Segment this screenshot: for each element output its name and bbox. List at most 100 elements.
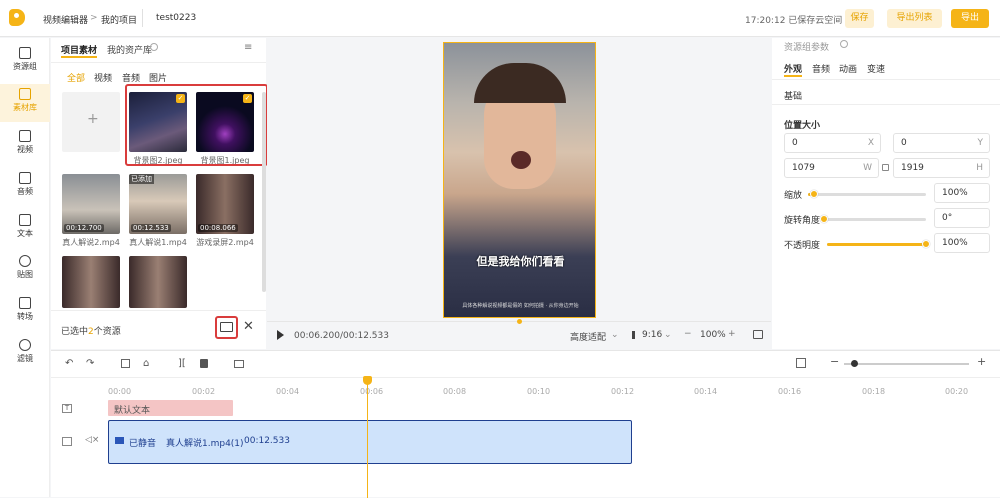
- tick-label: 00:16: [778, 387, 802, 396]
- rotate-value: 0°: [942, 213, 953, 223]
- tick-label: 00:00: [108, 387, 132, 396]
- tick-label: 00:14: [694, 387, 718, 396]
- nav-resource-group[interactable]: 资源组: [0, 43, 50, 81]
- nav-transition[interactable]: 转场: [0, 293, 50, 331]
- breadcrumb-editor[interactable]: 视频编辑器: [43, 13, 88, 26]
- scale-value: 100%: [942, 188, 968, 198]
- mute-icon[interactable]: ◁×: [85, 435, 99, 445]
- timeline-zoom-knob[interactable]: [851, 360, 858, 367]
- asset-panel: 项目素材 我的资产库 ≡ 全部 视频 音频 图片 + ✓ 背景图2.jpeg ✓…: [51, 38, 268, 349]
- scale-slider[interactable]: [808, 190, 926, 198]
- progress-knob[interactable]: [517, 319, 522, 324]
- tab-audio[interactable]: 音频: [812, 62, 830, 75]
- y-value: 0: [901, 138, 907, 148]
- height-input[interactable]: 1919 H: [893, 158, 990, 178]
- duration-badge: 00:12.700: [64, 224, 104, 232]
- paint-icon[interactable]: ⌂: [143, 358, 149, 369]
- width-unit: W: [863, 163, 872, 173]
- x-input[interactable]: 0X: [784, 133, 881, 153]
- lock-icon[interactable]: [882, 164, 889, 171]
- timeline-zoom-in[interactable]: +: [977, 355, 986, 368]
- breadcrumb-sep-icon: >: [90, 13, 98, 23]
- help-icon[interactable]: [840, 40, 848, 48]
- opacity-input[interactable]: 100%: [934, 233, 990, 253]
- tab-animation[interactable]: 动画: [839, 62, 857, 75]
- opacity-slider[interactable]: [827, 240, 930, 248]
- filter-image[interactable]: 图片: [149, 71, 167, 84]
- asset-thumb[interactable]: 00:12.700: [62, 174, 120, 234]
- highlight-box: [125, 84, 268, 166]
- slider-knob[interactable]: [922, 240, 930, 248]
- filter-audio[interactable]: 音频: [122, 71, 140, 84]
- text-clip[interactable]: 默认文本: [108, 400, 233, 416]
- y-input[interactable]: 0Y: [893, 133, 990, 153]
- nav-filter[interactable]: 滤镜: [0, 335, 50, 373]
- play-icon[interactable]: [277, 330, 284, 340]
- filter-video[interactable]: 视频: [94, 71, 112, 84]
- slider-knob[interactable]: [809, 190, 818, 198]
- asset-thumb[interactable]: [62, 256, 120, 308]
- opacity-label: 不透明度: [784, 241, 821, 251]
- folder-icon[interactable]: [234, 360, 244, 368]
- delete-icon[interactable]: [200, 359, 208, 368]
- zoom-in-button[interactable]: +: [728, 329, 736, 339]
- breadcrumb-my-projects[interactable]: 我的项目: [101, 13, 137, 26]
- zoom-out-button[interactable]: −: [684, 329, 692, 339]
- scale-input[interactable]: 100%: [934, 183, 990, 203]
- save-button[interactable]: 保存: [845, 9, 874, 28]
- nav-sticker[interactable]: 贴图: [0, 251, 50, 289]
- asset-thumb[interactable]: [129, 256, 187, 308]
- added-badge: 已添加: [129, 174, 154, 184]
- divider: [51, 62, 266, 63]
- nav-label: 贴图: [17, 270, 33, 279]
- nav-media-library[interactable]: 素材库: [0, 84, 50, 122]
- playhead-handle[interactable]: [363, 376, 372, 385]
- rotate-input[interactable]: 0°: [934, 208, 990, 228]
- hair-shape: [474, 63, 566, 103]
- tab-speed[interactable]: 变速: [867, 62, 885, 75]
- nav-audio[interactable]: 音频: [0, 168, 50, 206]
- add-asset-button[interactable]: +: [62, 92, 120, 152]
- tick-label: 00:04: [276, 387, 300, 396]
- snap-icon[interactable]: [796, 358, 806, 368]
- ratio-select[interactable]: 9:16: [642, 330, 662, 340]
- nav-text[interactable]: 文本: [0, 210, 50, 248]
- tab-appearance[interactable]: 外观: [784, 62, 802, 75]
- width-input[interactable]: 1079 W: [784, 158, 879, 178]
- tab-my-assets[interactable]: 我的资产库: [107, 43, 152, 56]
- export-button[interactable]: 导出: [951, 9, 989, 28]
- export-list-button[interactable]: 导出列表: [887, 9, 942, 28]
- project-title[interactable]: test0223: [156, 13, 196, 23]
- scrollbar[interactable]: [262, 92, 266, 292]
- tick-label: 00:20: [945, 387, 969, 396]
- asset-thumb[interactable]: 已添加 00:12.533: [129, 174, 187, 234]
- timeline-zoom-slider[interactable]: [844, 363, 969, 365]
- rotate-slider[interactable]: [820, 215, 926, 223]
- help-icon[interactable]: [150, 43, 158, 51]
- asset-thumb[interactable]: 00:08.066: [196, 174, 254, 234]
- music-icon: [19, 172, 31, 184]
- filter-icon: [19, 339, 31, 351]
- folder-icon[interactable]: [220, 322, 233, 332]
- split-icon[interactable]: ][: [178, 358, 186, 369]
- fullscreen-icon[interactable]: [753, 330, 763, 339]
- tick-label: 00:12: [611, 387, 635, 396]
- nav-video[interactable]: 视频: [0, 126, 50, 164]
- tab-project-assets[interactable]: 项目素材: [61, 43, 97, 56]
- filter-all[interactable]: 全部: [67, 71, 85, 84]
- fit-select[interactable]: 高度适配: [570, 330, 606, 343]
- close-icon[interactable]: ✕: [243, 319, 254, 334]
- undo-icon[interactable]: ↶: [65, 358, 73, 369]
- time-display: 00:06.200/00:12.533: [294, 331, 389, 341]
- redo-icon[interactable]: ↷: [86, 358, 94, 369]
- video-clip[interactable]: 已静音 真人解说1.mp4(1) 00:12.533: [108, 420, 632, 464]
- timeline-zoom-out[interactable]: −: [830, 355, 839, 368]
- collapse-icon[interactable]: ≡: [244, 42, 252, 53]
- nav-label: 滤镜: [17, 354, 33, 363]
- video-canvas[interactable]: 但是我给你们看看 具体各种解说视频都是假的 如何拍摄 · 从你身边开始: [443, 42, 596, 318]
- playhead[interactable]: [367, 379, 368, 498]
- copy-icon[interactable]: [121, 359, 130, 368]
- divider: [142, 9, 143, 27]
- tick-label: 00:06: [360, 387, 384, 396]
- slider-knob[interactable]: [820, 215, 828, 223]
